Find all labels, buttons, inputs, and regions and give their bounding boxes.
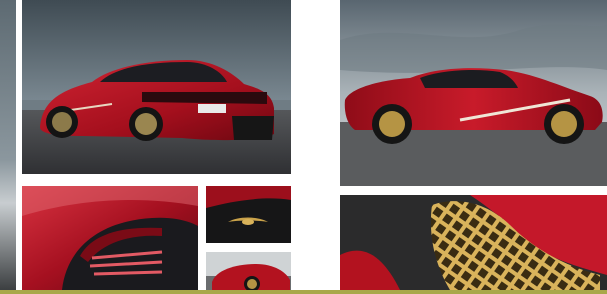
car-badge-detail-image[interactable] <box>206 186 291 243</box>
car-taillight-detail-image[interactable] <box>22 186 198 290</box>
car-rear-three-quarter-image[interactable] <box>22 0 291 174</box>
left-edge-strip-image[interactable] <box>0 0 16 290</box>
car-grille-detail-image[interactable] <box>340 195 607 290</box>
accent-bottom-bar <box>0 290 607 294</box>
car-front-small-image[interactable] <box>206 252 291 290</box>
car-side-profile-image[interactable] <box>340 0 607 186</box>
